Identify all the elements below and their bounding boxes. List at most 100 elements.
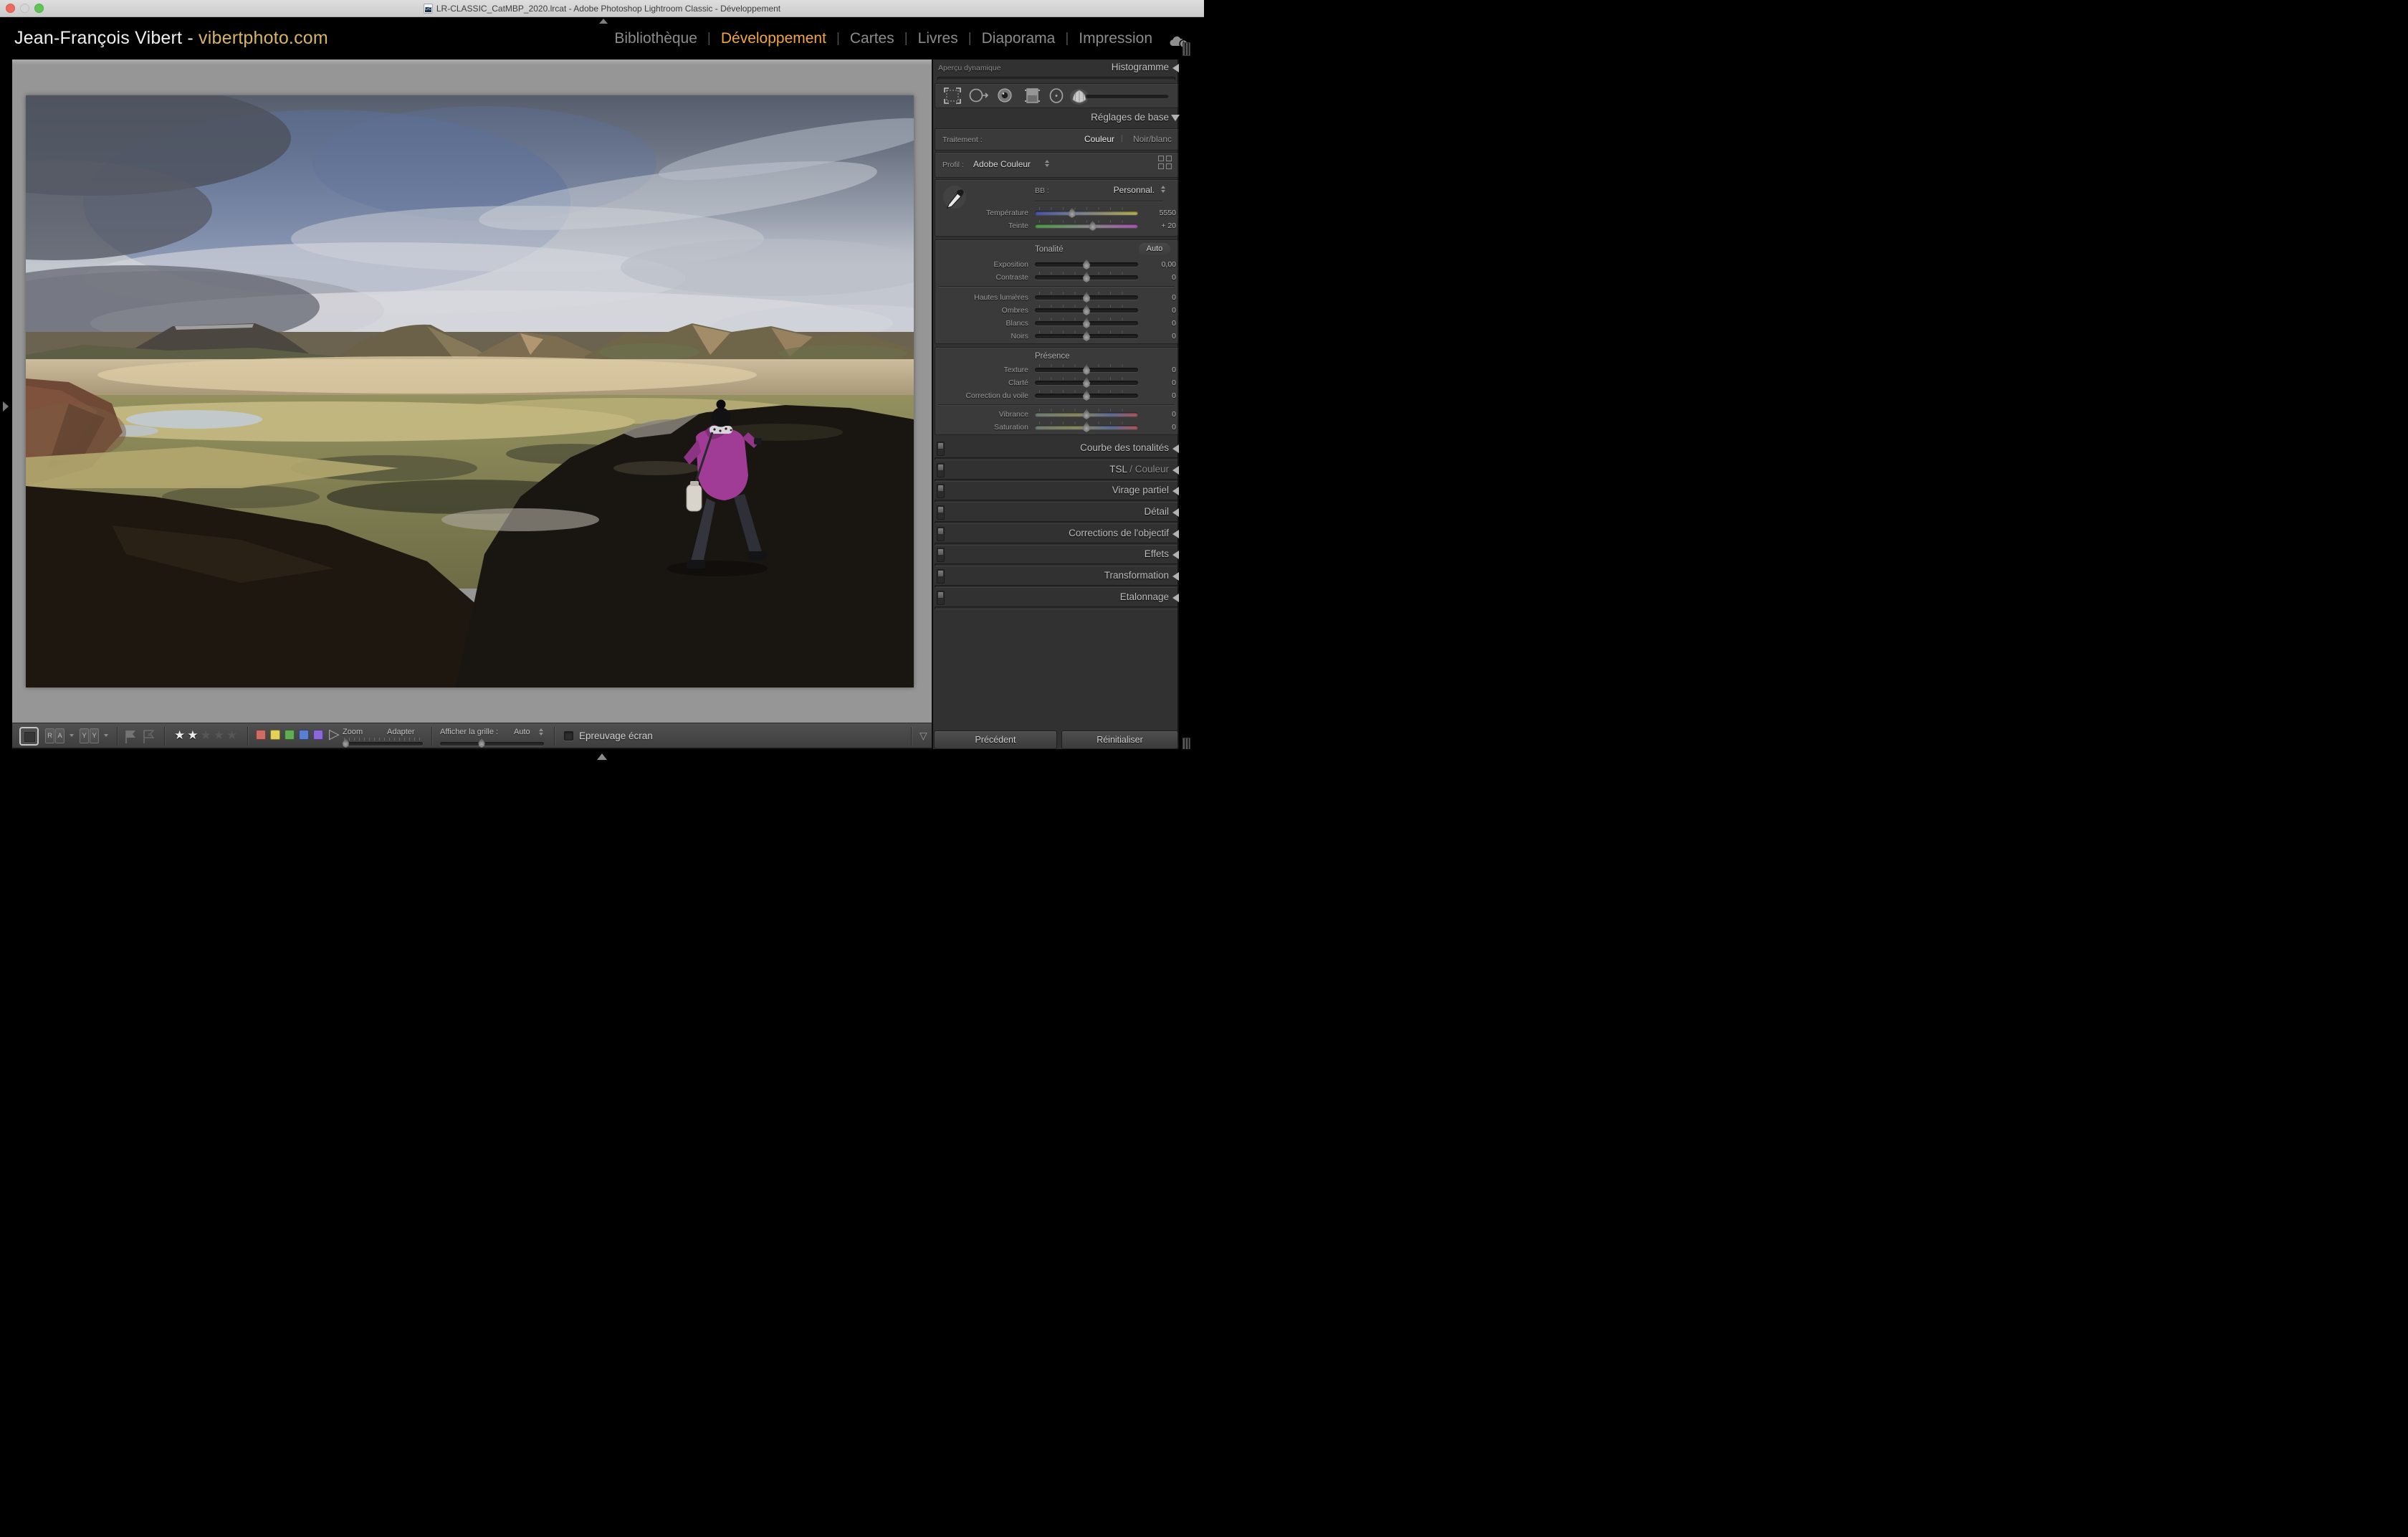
exposure-slider[interactable]: [1035, 262, 1138, 267]
exposure-value[interactable]: 0,00: [1140, 260, 1176, 269]
color-label-purple[interactable]: [313, 730, 323, 740]
wb-preset-value[interactable]: Personnal.: [1114, 185, 1155, 195]
section-hsl-color[interactable]: TSL / Couleur: [933, 464, 1180, 477]
identity-plate[interactable]: Jean-François Vibert - vibertphoto.com: [14, 28, 328, 49]
profile-select-arrows-icon[interactable]: [1044, 160, 1050, 167]
section-lens-corrections[interactable]: Corrections de l'objectif: [933, 528, 1180, 541]
adjustment-brush-icon[interactable]: [1070, 89, 1169, 105]
show-left-panel-icon[interactable]: [3, 401, 9, 411]
section-split-toning[interactable]: Virage partiel: [933, 485, 1180, 498]
highlights-value[interactable]: 0: [1140, 293, 1176, 302]
radial-filter-icon[interactable]: [1051, 89, 1063, 103]
texture-value[interactable]: 0: [1140, 366, 1176, 374]
graduated-filter-icon[interactable]: [1025, 89, 1040, 103]
blacks-value[interactable]: 0: [1140, 332, 1176, 341]
wb-select-arrows-icon[interactable]: [1160, 186, 1166, 193]
module-bibliotheque[interactable]: Bibliothèque: [614, 30, 697, 47]
show-filmstrip-icon[interactable]: [597, 753, 607, 760]
texture-slider[interactable]: [1035, 368, 1138, 372]
expand-panel-icon[interactable]: [1172, 466, 1179, 475]
expand-panel-icon[interactable]: [1172, 572, 1179, 581]
zoom-slider[interactable]: [343, 742, 423, 746]
grid-size-thumb[interactable]: [478, 738, 485, 748]
play-slideshow-icon[interactable]: ▷: [329, 726, 340, 743]
reset-button[interactable]: Réinitialiser: [1061, 731, 1178, 749]
panel-toggle-switch[interactable]: [937, 527, 945, 541]
treatment-bw-option[interactable]: Noir/blanc: [1133, 134, 1172, 144]
color-label-green[interactable]: [285, 730, 295, 740]
module-diaporama[interactable]: Diaporama: [982, 30, 1056, 47]
expand-panel-icon[interactable]: [1172, 508, 1179, 517]
blacks-slider[interactable]: [1035, 334, 1138, 338]
section-tone-curve[interactable]: Courbe des tonalités: [933, 442, 1180, 455]
panel-toggle-switch[interactable]: [937, 463, 945, 477]
dehaze-slider[interactable]: [1035, 394, 1138, 398]
clarity-slider[interactable]: [1035, 381, 1138, 385]
grid-auto-arrows-icon[interactable]: [538, 728, 544, 736]
panel-toggle-switch[interactable]: [937, 548, 945, 562]
basic-panel-header[interactable]: Réglages de base: [933, 112, 1180, 125]
clarity-value[interactable]: 0: [1140, 379, 1176, 387]
fit-label[interactable]: Adapter: [387, 728, 415, 736]
dehaze-value[interactable]: 0: [1140, 391, 1176, 400]
expand-panel-icon[interactable]: [1172, 444, 1179, 453]
section-detail[interactable]: Détail: [933, 506, 1180, 519]
compare-dropdown-icon[interactable]: [104, 734, 108, 737]
photo-landmannalaugar[interactable]: [26, 95, 914, 687]
module-cartes[interactable]: Cartes: [850, 30, 894, 47]
saturation-slider[interactable]: [1035, 425, 1138, 429]
grid-size-slider[interactable]: [440, 742, 544, 746]
module-livres[interactable]: Livres: [918, 30, 958, 47]
color-label-red[interactable]: [256, 730, 266, 740]
vibrance-slider[interactable]: [1035, 412, 1138, 417]
loupe-view-button[interactable]: [19, 727, 39, 746]
temperature-slider[interactable]: [1035, 211, 1138, 215]
soft-proof-checkbox[interactable]: [564, 731, 573, 741]
section-transform[interactable]: Transformation: [933, 570, 1180, 583]
whites-value[interactable]: 0: [1140, 319, 1176, 328]
histogram-header[interactable]: Aperçu dynamique Histogramme: [933, 62, 1180, 75]
section-calibration[interactable]: Etalonnage: [933, 591, 1180, 604]
module-developpement[interactable]: Développement: [721, 30, 826, 47]
stars-empty[interactable]: ★★★: [200, 728, 239, 742]
saturation-value[interactable]: 0: [1140, 423, 1176, 432]
zoom-label[interactable]: Zoom: [343, 728, 363, 736]
shadows-value[interactable]: 0: [1140, 306, 1176, 315]
expand-panel-icon[interactable]: [1172, 487, 1179, 495]
whites-slider[interactable]: [1035, 321, 1138, 325]
tint-slider[interactable]: [1035, 224, 1138, 228]
treatment-color-option[interactable]: Couleur: [1084, 134, 1114, 144]
pick-flag-icon[interactable]: [126, 731, 135, 743]
before-after-view-button[interactable]: RA: [45, 728, 64, 743]
toolbar-options-icon[interactable]: ▽: [919, 730, 927, 742]
panel-toggle-switch[interactable]: [937, 569, 945, 584]
tone-auto-button[interactable]: Auto: [1139, 243, 1170, 255]
section-effects[interactable]: Effets: [933, 548, 1180, 561]
previous-button[interactable]: Précédent: [934, 731, 1057, 749]
module-impression[interactable]: Impression: [1079, 30, 1152, 47]
profile-browser-icon[interactable]: [1158, 156, 1172, 169]
panel-toggle-switch[interactable]: [937, 442, 945, 456]
grid-auto-value[interactable]: Auto: [514, 728, 530, 736]
before-after-dropdown-icon[interactable]: [70, 734, 74, 737]
panel-toggle-switch[interactable]: [937, 484, 945, 498]
color-label-blue[interactable]: [299, 730, 309, 740]
star-rating[interactable]: ★★★★★: [174, 728, 239, 743]
temperature-value[interactable]: 5550: [1140, 209, 1176, 217]
crop-overlay-icon[interactable]: [945, 88, 960, 103]
expand-panel-icon[interactable]: [1172, 551, 1179, 559]
panel-toggle-switch[interactable]: [937, 505, 945, 520]
red-eye-icon[interactable]: [998, 89, 1011, 102]
identity-site-link[interactable]: vibertphoto.com: [199, 28, 328, 48]
compare-view-button[interactable]: YY: [80, 728, 99, 743]
collapse-histogram-icon[interactable]: [1172, 64, 1179, 72]
reject-flag-icon[interactable]: x: [144, 731, 153, 743]
expanded-panel-icon[interactable]: [1171, 115, 1180, 121]
spot-removal-icon[interactable]: [970, 90, 988, 102]
collapse-top-panel-icon[interactable]: [599, 19, 608, 24]
panel-toggle-switch[interactable]: [937, 591, 945, 605]
contrast-value[interactable]: 0: [1140, 273, 1176, 282]
color-label-yellow[interactable]: [270, 730, 280, 740]
stars-filled[interactable]: ★★: [174, 728, 200, 742]
panel-scrollbar-grip-top[interactable]: [1182, 42, 1190, 56]
